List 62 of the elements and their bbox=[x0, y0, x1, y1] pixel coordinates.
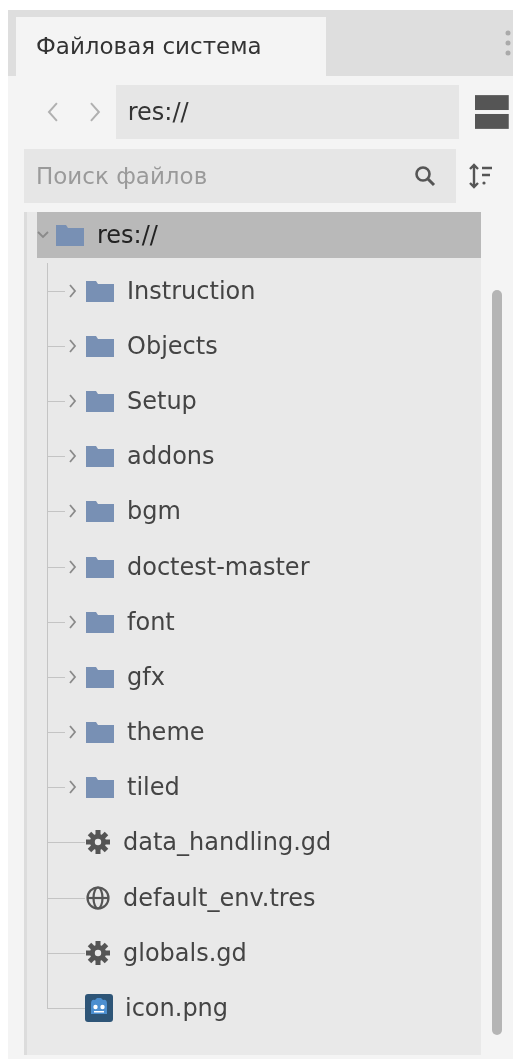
item-label: Setup bbox=[127, 385, 197, 417]
tree-row[interactable]: font bbox=[67, 603, 175, 640]
chevron-right-icon[interactable] bbox=[67, 780, 79, 795]
folder-icon bbox=[85, 388, 115, 413]
item-label: bgm bbox=[127, 496, 181, 528]
chevron-right-icon[interactable] bbox=[67, 614, 79, 629]
gear-icon bbox=[85, 829, 111, 856]
item-label: globals.gd bbox=[123, 937, 247, 969]
folder-icon bbox=[55, 223, 85, 247]
tree-row[interactable]: gfx bbox=[67, 658, 165, 695]
item-label: addons bbox=[127, 441, 215, 473]
tree-row[interactable]: Objects bbox=[67, 327, 218, 364]
folder-icon bbox=[85, 333, 115, 358]
folder-icon bbox=[85, 609, 115, 634]
chevron-right-icon[interactable] bbox=[67, 504, 79, 519]
scrollbar[interactable] bbox=[492, 290, 502, 1035]
folder-icon bbox=[85, 775, 115, 800]
item-label: Instruction bbox=[127, 275, 256, 307]
item-label: icon.png bbox=[125, 993, 229, 1025]
item-label: data_handling.gd bbox=[123, 827, 332, 859]
tab[interactable]: Файловая система bbox=[16, 17, 326, 76]
tree-row[interactable]: tiled bbox=[67, 769, 180, 806]
tree-row[interactable]: Setup bbox=[67, 382, 197, 419]
search-field[interactable]: Поиск файлов bbox=[24, 149, 456, 203]
chevron-right-icon[interactable] bbox=[67, 283, 79, 298]
tree-row[interactable]: globals.gd bbox=[67, 934, 247, 971]
chevron-right-icon[interactable] bbox=[67, 669, 79, 684]
gear-icon bbox=[85, 939, 111, 966]
folder-icon bbox=[85, 278, 115, 303]
folder-icon bbox=[85, 499, 115, 524]
item-label: font bbox=[127, 606, 175, 638]
item-label: default_env.tres bbox=[123, 882, 316, 914]
chevron-right-icon[interactable] bbox=[67, 559, 79, 574]
robot-icon bbox=[85, 994, 113, 1023]
chevron-right-icon[interactable] bbox=[67, 393, 79, 408]
chevron-right-icon[interactable] bbox=[67, 338, 79, 353]
globe-icon bbox=[85, 884, 111, 911]
item-label: Objects bbox=[127, 330, 218, 362]
tree-row[interactable]: addons bbox=[67, 438, 215, 475]
path-field[interactable]: res:// bbox=[115, 85, 460, 139]
folder-icon bbox=[85, 720, 115, 745]
tree-row[interactable]: theme bbox=[67, 714, 205, 751]
chevron-right-icon[interactable] bbox=[67, 725, 79, 740]
item-label: theme bbox=[127, 717, 205, 749]
tree-row[interactable]: data_handling.gd bbox=[67, 824, 332, 861]
tree-row[interactable]: doctest-master bbox=[67, 548, 310, 585]
chevron-right-icon[interactable] bbox=[67, 449, 79, 464]
folder-icon bbox=[85, 444, 115, 469]
sort-icon[interactable] bbox=[468, 163, 494, 189]
item-label: gfx bbox=[127, 661, 165, 693]
folder-icon bbox=[85, 554, 115, 579]
folder-icon bbox=[85, 664, 115, 689]
search-icon bbox=[414, 165, 436, 187]
tree-row[interactable]: bgm bbox=[67, 493, 181, 530]
split-view-icon[interactable] bbox=[475, 95, 509, 129]
item-label: tiled bbox=[127, 772, 180, 804]
item-label: doctest-master bbox=[127, 551, 310, 583]
tree-row[interactable]: icon.png bbox=[67, 990, 229, 1027]
tree-row[interactable]: default_env.tres bbox=[67, 879, 316, 916]
tree-row[interactable]: res:// bbox=[37, 212, 481, 258]
tree-row[interactable]: Instruction bbox=[67, 272, 256, 309]
item-label: res:// bbox=[97, 220, 158, 251]
